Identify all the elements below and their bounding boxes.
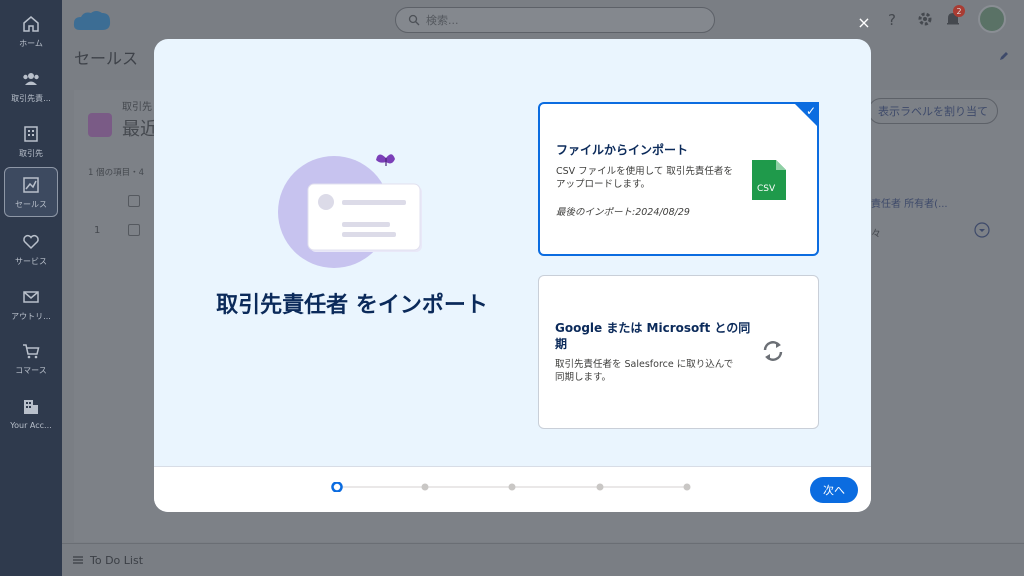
left-nav-rail: ホーム 取引先責... 取引先 セールス サービス アウトリ... コマース Y… — [0, 0, 62, 576]
rail-item-label: Your Acc... — [10, 420, 52, 430]
import-illustration — [278, 154, 422, 268]
help-icon[interactable]: ? — [884, 10, 902, 28]
notification-badge: 2 — [953, 5, 965, 17]
last-import-date: 最後のインポート:2024/08/29 — [556, 207, 690, 218]
office-icon — [24, 399, 38, 414]
import-modal: 取引先責任者 をインポート ✓ ファイルからインポート CSV ファイルを使用し… — [154, 39, 871, 512]
option-description: 取引先責任者を Salesforce に取り込んで同期します。 — [555, 359, 734, 383]
rail-item-label: 取引先 — [19, 148, 43, 158]
people-icon — [23, 72, 39, 85]
rail-item-contacts[interactable]: 取引先責... — [4, 61, 58, 111]
rail-item-label: ホーム — [19, 38, 43, 48]
rail-item-outreach[interactable]: アウトリ... — [4, 279, 58, 329]
salesforce-logo — [73, 11, 111, 30]
avatar[interactable] — [978, 5, 1006, 33]
breadcrumb: 取引先 — [122, 102, 152, 113]
rail-item-label: コマース — [15, 365, 47, 375]
gear-icon[interactable] — [916, 10, 934, 28]
search-icon — [408, 14, 420, 26]
rail-item-sales[interactable]: セールス — [4, 167, 58, 217]
progress-indicator — [331, 482, 691, 492]
csv-label: CSV — [757, 184, 776, 194]
column-header-owner[interactable]: 責任者 所有者(... — [871, 195, 948, 210]
app-background: ホーム 取引先責... 取引先 セールス サービス アウトリ... コマース Y… — [0, 0, 1024, 576]
rail-item-accounts[interactable]: 取引先 — [4, 116, 58, 166]
mail-icon — [23, 290, 39, 303]
todo-list-label[interactable]: To Do List — [90, 554, 143, 567]
row-checkbox[interactable] — [128, 224, 140, 236]
chart-icon — [23, 176, 39, 193]
rail-item-your-account[interactable]: Your Acc... — [4, 388, 58, 438]
step-4-indicator — [596, 483, 604, 491]
option-title: Google または Microsoft との同期 — [555, 321, 751, 351]
next-button[interactable]: 次へ — [810, 477, 858, 503]
import-from-file-option[interactable]: ✓ ファイルからインポート CSV ファイルを使用して 取引先責任者をアップロー… — [538, 102, 819, 256]
building-icon — [24, 125, 38, 142]
rail-item-label: サービス — [15, 256, 47, 266]
step-1-indicator — [331, 482, 343, 492]
row-actions-icon[interactable] — [974, 222, 990, 238]
svg-text:?: ? — [888, 11, 896, 28]
list-view-title: 最近 — [122, 119, 158, 140]
items-count: 1 個の項目・4 — [88, 168, 145, 178]
step-2-indicator — [421, 483, 429, 491]
modal-body: 取引先責任者 をインポート ✓ ファイルからインポート CSV ファイルを使用し… — [154, 39, 871, 466]
app-name: セールス — [74, 49, 139, 68]
csv-file-icon: CSV — [752, 160, 786, 200]
sync-icon — [763, 341, 783, 361]
rail-item-home[interactable]: ホーム — [4, 6, 58, 56]
step-5-indicator — [683, 483, 691, 491]
edit-nav-icon[interactable] — [998, 50, 1010, 62]
utility-bar: To Do List — [62, 543, 1024, 576]
modal-title: 取引先責任者 をインポート — [216, 293, 488, 318]
row-number: 1 — [94, 225, 101, 236]
select-all-checkbox[interactable] — [128, 195, 140, 207]
rail-item-label: 取引先責... — [11, 93, 51, 103]
rail-item-label: アウトリ... — [11, 311, 51, 321]
contacts-object-icon — [88, 113, 112, 137]
option-title: ファイルからインポート — [556, 143, 689, 157]
heart-icon — [23, 234, 39, 249]
checkmark-icon: ✓ — [805, 104, 816, 118]
step-3-indicator — [508, 483, 516, 491]
modal-close-button[interactable]: × — [856, 15, 872, 31]
table-cell: 々 — [871, 229, 881, 240]
global-search-input[interactable]: 検索... — [395, 7, 715, 33]
option-description: CSV ファイルを使用して 取引先責任者をアップロードします。 — [556, 166, 733, 190]
sync-google-microsoft-option[interactable]: Google または Microsoft との同期 取引先責任者を Salesf… — [538, 275, 819, 429]
rail-item-commerce[interactable]: コマース — [4, 333, 58, 383]
home-icon — [23, 15, 39, 32]
list-icon — [73, 556, 83, 564]
rail-item-service[interactable]: サービス — [4, 224, 58, 274]
search-placeholder: 検索... — [426, 14, 459, 27]
rail-item-label: セールス — [15, 199, 47, 209]
cart-icon — [23, 343, 40, 358]
assign-label-button[interactable]: 表示ラベルを割り当て — [868, 98, 998, 124]
